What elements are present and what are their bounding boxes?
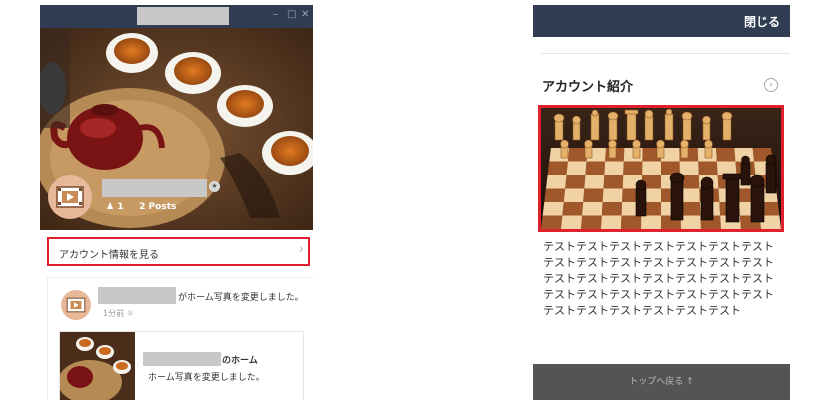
profile-avatar[interactable] [48, 175, 92, 219]
back-to-top-button[interactable]: トップへ戻る ↑ [533, 364, 790, 400]
feed-inner-title: のホーム [222, 356, 258, 366]
feed-action-text: がホーム写真を変更しました。 [178, 293, 304, 303]
board-square [680, 215, 701, 229]
film-icon [56, 186, 84, 208]
posts-count: 2 Posts [139, 202, 177, 212]
board-square [561, 215, 583, 229]
feed-attachment[interactable]: のホーム ホーム写真を変更しました。 [59, 331, 304, 400]
feed-avatar[interactable] [61, 290, 91, 320]
board-square [623, 161, 643, 175]
board-square [565, 175, 586, 189]
board-square [541, 215, 563, 229]
panel-header: 閉じる [533, 5, 790, 37]
board-square [716, 161, 737, 175]
redacted-feed-name [98, 287, 176, 304]
globe-icon: ☼ [126, 309, 134, 318]
board-square [585, 161, 606, 175]
board-square [698, 161, 718, 175]
divider [541, 53, 790, 54]
board-square [581, 215, 602, 229]
chess-image [541, 108, 781, 229]
film-icon [66, 297, 86, 313]
board-square [642, 161, 661, 175]
board-square [563, 188, 585, 202]
followers-count: 1 [117, 202, 124, 212]
close-button[interactable]: ✕ [301, 9, 309, 21]
chevron-right-icon: › [298, 242, 304, 257]
app-window-left: – □ ✕ ★ ♟ 1 2 Posts アカウント情報を見る › がホーム写真を… [40, 5, 313, 400]
board-square [601, 215, 622, 229]
board-square [716, 148, 736, 162]
feed-time: 1分前 ☼ [103, 308, 134, 319]
board-square [544, 188, 566, 202]
intro-image-frame [538, 105, 784, 232]
minimize-button[interactable]: – [273, 9, 278, 21]
board-square [603, 175, 624, 189]
board-square [601, 202, 623, 216]
redacted-inner-name [143, 352, 221, 366]
maximize-button[interactable]: □ [287, 9, 296, 21]
board-square [547, 161, 568, 175]
board-square [566, 161, 587, 175]
chevron-right-circle-icon[interactable]: › [764, 78, 778, 92]
board-square [604, 161, 624, 175]
feed-inner-subtitle: ホーム写真を変更しました。 [148, 373, 265, 383]
board-square [641, 215, 661, 229]
board-square [583, 188, 604, 202]
redacted-title [137, 7, 229, 25]
board-square [582, 202, 603, 216]
person-icon: ♟ [106, 202, 115, 212]
chessboard-image [541, 108, 781, 229]
account-info-label: アカウント情報を見る [59, 250, 159, 261]
timestamp: 1分前 [103, 309, 125, 318]
board-square [680, 202, 701, 216]
board-square [546, 175, 567, 189]
board-square [562, 202, 584, 216]
redacted-profile-name [102, 179, 207, 197]
account-intro-panel: 閉じる アカウント紹介 › テストテストテストテストテストテストテストテストテス… [533, 5, 790, 400]
tea-set-thumbnail [60, 332, 135, 400]
close-button[interactable]: 閉じる [744, 13, 780, 30]
board-square [602, 188, 623, 202]
board-square [584, 175, 605, 189]
feed-item[interactable]: がホーム写真を変更しました。 1分前 ☼ のホーム ホーム写真を変更しました。 [48, 278, 313, 400]
board-square [621, 215, 642, 229]
feed: がホーム写真を変更しました。 1分前 ☼ のホーム ホーム写真を変更しました。 [47, 277, 313, 400]
title-bar: – □ ✕ [40, 5, 313, 28]
feed-thumbnail [60, 332, 135, 400]
intro-description: テストテストテストテストテストテストテストテストテストテストテストテストテストテ… [543, 240, 774, 317]
section-title: アカウント紹介 [542, 80, 634, 95]
shield-icon: ★ [209, 181, 220, 192]
board-square [542, 202, 564, 216]
board-square [679, 161, 699, 175]
view-account-info-button[interactable]: アカウント情報を見る › [47, 237, 310, 266]
profile-stats: ♟ 1 2 Posts [106, 202, 176, 212]
